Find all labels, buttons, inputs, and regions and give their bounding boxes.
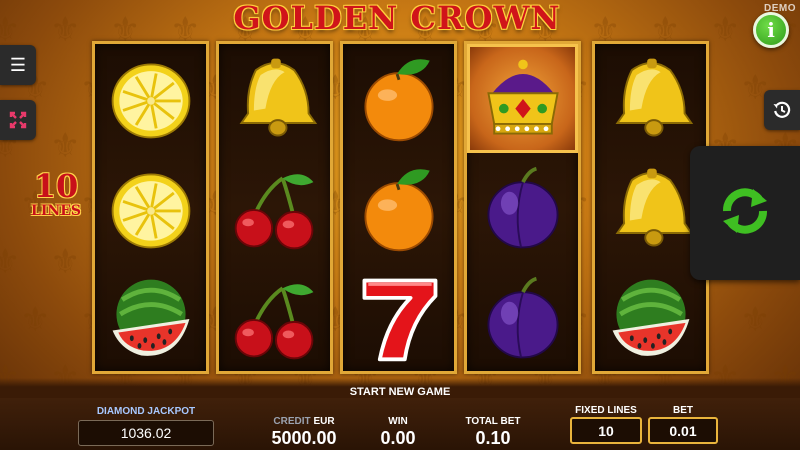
bell-symbol [219,44,330,153]
watermelon-symbol [95,264,206,373]
fleur-de-lis-icon: ⚜ [20,300,51,340]
bet-label: BET [673,405,693,416]
lines-label: LINES [31,203,81,219]
fleur-de-lis-icon: ⚜ [0,10,21,50]
reel-3 [340,41,457,374]
hamburger-icon: ☰ [9,55,27,75]
spin-button[interactable] [690,146,800,280]
total-bet-label: TOTAL BET [465,416,521,427]
fixed-lines-value: 10 [570,417,642,444]
fleur-de-lis-icon: ⚜ [740,300,771,340]
jackpot-value: 1036.02 [78,420,214,446]
plum-symbol [467,264,578,373]
fleur-de-lis-icon: ⚜ [0,242,21,282]
cherries-symbol [219,264,330,373]
watermelon-symbol [595,264,706,373]
lines-number: 10 [33,167,79,205]
fleur-de-lis-icon: ⚜ [710,10,741,50]
lemon-symbol [95,154,206,263]
expand-arrows-icon [8,111,28,134]
reel-4 [464,41,581,374]
seven-symbol [343,264,454,373]
reel-1 [92,41,209,374]
lemon-symbol [95,44,206,153]
menu-button[interactable]: ☰ [0,45,36,85]
reel-2 [216,41,333,374]
fullscreen-button[interactable] [0,100,36,140]
fixed-lines-label: FIXED LINES [575,405,637,416]
currency-label: EUR [313,416,335,427]
credit-value: 5000.00 [271,428,337,448]
orange-symbol [343,154,454,263]
plum-symbol [467,154,578,263]
jackpot-label: DIAMOND JACKPOT [96,406,196,417]
history-icon [772,101,792,124]
game-title: GOLDEN CROWN [233,0,561,37]
crown-symbol [467,44,578,153]
fleur-de-lis-icon: ⚜ [50,10,81,50]
total-bet-value: 0.10 [475,428,511,448]
win-value: 0.00 [380,428,416,448]
cherries-symbol [219,154,330,263]
credit-label: CREDIT [273,416,311,427]
history-button[interactable] [764,90,800,130]
bottom-bar: DIAMOND JACKPOT 1036.02 CREDIT EUR 5000.… [0,398,800,450]
info-icon: i [767,18,775,42]
bell-symbol [595,44,706,153]
orange-symbol [343,44,454,153]
credit-label-group: CREDIT EUR [262,416,346,427]
status-message: START NEW GAME [349,386,451,398]
win-label: WIN [388,416,408,427]
info-button[interactable]: i [753,12,789,48]
fleur-de-lis-icon: ⚜ [50,242,81,282]
lines-badge: 10 LINES [24,170,88,220]
fleur-de-lis-icon: ⚜ [50,126,81,166]
spin-arrows-icon [715,181,775,246]
bet-selector[interactable]: 0.01 [648,417,718,444]
